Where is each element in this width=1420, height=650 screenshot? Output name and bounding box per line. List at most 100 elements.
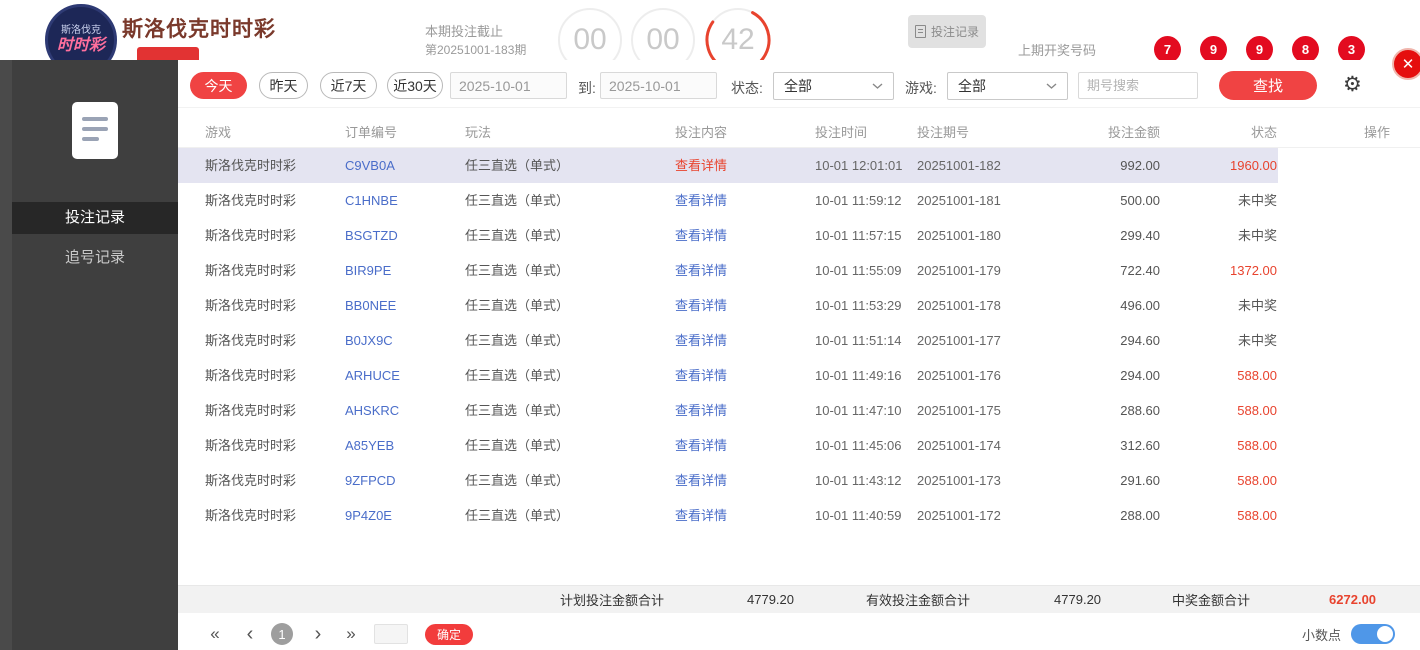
game-select[interactable]: 全部 [947,72,1068,100]
table-row: 斯洛伐克时时彩 A85YEB 任三直选（单式） 查看详情 10-01 11:45… [178,428,1420,463]
cell-status: 588.00 [1237,508,1277,523]
period-search-input[interactable] [1078,72,1198,99]
cell-play-type: 任三直选（单式） [465,368,570,383]
plan-total-label: 计划投注金额合计 [560,593,665,608]
draw-number-ball: 8 [1292,36,1319,63]
cell-game: 斯洛伐克时时彩 [205,158,297,173]
view-detail-link[interactable]: 查看详情 [675,183,815,218]
cell-amount: 992.00 [1120,158,1160,173]
table-row: 斯洛伐克时时彩 C9VB0A 任三直选（单式） 查看详情 10-01 12:01… [178,148,1420,183]
cell-status: 1960.00 [1230,158,1277,173]
view-detail-link[interactable]: 查看详情 [675,358,815,393]
table-row: 斯洛伐克时时彩 9P4Z0E 任三直选（单式） 查看详情 10-01 11:40… [178,498,1420,533]
status-select[interactable]: 全部 [773,72,894,100]
win-total-value: 6272.00 [1329,592,1377,607]
cell-order-id-link[interactable]: A85YEB [345,428,465,463]
cell-order-id-link[interactable]: C1HNBE [345,183,465,218]
draw-number-ball: 9 [1200,36,1227,63]
status-filter-label: 状态: [731,80,763,96]
bet-record-button[interactable]: 投注记录 [908,15,986,48]
first-page-icon[interactable]: « [203,619,227,649]
cell-period: 20251001-181 [917,193,1001,208]
table-header: 游戏 订单编号 玩法 投注内容 投注时间 投注期号 投注金额 状态 操作 [178,116,1420,148]
view-detail-link[interactable]: 查看详情 [675,463,815,498]
page-title: 斯洛伐克时时彩 [122,18,276,41]
table-row: 斯洛伐克时时彩 BB0NEE 任三直选（单式） 查看详情 10-01 11:53… [178,288,1420,323]
table-row: 斯洛伐克时时彩 AHSKRC 任三直选（单式） 查看详情 10-01 11:47… [178,393,1420,428]
header-amount: 投注金额 [1107,125,1160,140]
view-detail-link[interactable]: 查看详情 [675,323,815,358]
quick-filter-yesterday[interactable]: 昨天 [259,72,308,99]
header-bet-time: 投注时间 [815,125,868,140]
table-row: 斯洛伐克时时彩 B0JX9C 任三直选（单式） 查看详情 10-01 11:51… [178,323,1420,358]
cell-order-id-link[interactable]: BIR9PE [345,253,465,288]
cell-status: 1372.00 [1230,263,1277,278]
page-jump-input[interactable] [374,624,408,644]
cell-order-id-link[interactable]: C9VB0A [345,148,465,183]
date-from-input[interactable] [450,72,567,99]
view-detail-link[interactable]: 查看详情 [675,253,815,288]
cell-play-type: 任三直选（单式） [465,193,570,208]
cell-period: 20251001-178 [917,298,1001,313]
date-to-input[interactable] [600,72,717,99]
decimal-toggle-switch[interactable] [1351,624,1395,644]
deadline-label: 本期投注截止 [425,24,504,39]
header-period: 投注期号 [917,125,970,140]
document-icon [914,25,926,38]
cell-bet-time: 10-01 11:49:16 [815,368,902,383]
last-page-icon[interactable]: » [339,619,363,649]
plan-total-value: 4779.20 [747,592,795,607]
cell-order-id-link[interactable]: ARHUCE [345,358,465,393]
view-detail-link[interactable]: 查看详情 [675,218,815,253]
cell-play-type: 任三直选（单式） [465,333,570,348]
cell-period: 20251001-175 [917,403,1001,418]
cell-actions [1277,253,1405,288]
cell-play-type: 任三直选（单式） [465,508,570,523]
cell-order-id-link[interactable]: BSGTZD [345,218,465,253]
view-detail-link[interactable]: 查看详情 [675,393,815,428]
cell-order-id-link[interactable]: 9ZFPCD [345,463,465,498]
cell-amount: 500.00 [1120,193,1160,208]
view-detail-link[interactable]: 查看详情 [675,148,815,183]
cell-status: 588.00 [1237,473,1277,488]
cell-bet-time: 10-01 11:59:12 [815,193,902,208]
cell-status: 未中奖 [1237,333,1277,348]
header-bet-content: 投注内容 [675,125,728,140]
quick-filter-today[interactable]: 今天 [190,72,247,99]
view-detail-link[interactable]: 查看详情 [675,428,815,463]
valid-total-value: 4779.20 [1054,592,1102,607]
cell-game: 斯洛伐克时时彩 [205,193,297,208]
close-button[interactable]: ✕ [1392,48,1420,80]
cell-order-id-link[interactable]: AHSKRC [345,393,465,428]
cell-amount: 294.00 [1120,368,1160,383]
modal-content: 今天 昨天 近7天 近30天 到: 状态: 全部 游戏: 全部 查找 ⚙ 游戏 … [178,60,1420,650]
cell-period: 20251001-180 [917,228,1001,243]
current-page-badge[interactable]: 1 [271,623,293,645]
view-detail-link[interactable]: 查看详情 [675,288,815,323]
prev-page-icon[interactable]: ‹ [238,619,262,649]
view-detail-link[interactable]: 查看详情 [675,498,815,533]
cell-amount: 299.40 [1120,228,1160,243]
gear-icon[interactable]: ⚙ [1343,72,1362,97]
cell-amount: 291.60 [1120,473,1160,488]
cell-order-id-link[interactable]: B0JX9C [345,323,465,358]
cell-order-id-link[interactable]: BB0NEE [345,288,465,323]
page-confirm-button[interactable]: 确定 [425,623,474,645]
quick-filter-7days[interactable]: 近7天 [320,72,377,99]
modal-sidebar: 投注记录 追号记录 [12,60,178,650]
cell-order-id-link[interactable]: 9P4Z0E [345,498,465,533]
table-row: 斯洛伐克时时彩 BIR9PE 任三直选（单式） 查看详情 10-01 11:55… [178,253,1420,288]
quick-filter-30days[interactable]: 近30天 [387,72,443,99]
win-total-label: 中奖金额合计 [1172,593,1251,608]
search-button[interactable]: 查找 [1219,71,1317,100]
sidebar-item-chase-records[interactable]: 追号记录 [12,242,178,274]
cell-actions [1277,288,1405,323]
cell-period: 20251001-182 [917,158,1001,173]
cell-period: 20251001-173 [917,473,1001,488]
table-row: 斯洛伐克时时彩 ARHUCE 任三直选（单式） 查看详情 10-01 11:49… [178,358,1420,393]
cell-amount: 722.40 [1120,263,1160,278]
next-page-icon[interactable]: › [306,619,330,649]
header-game: 游戏 [205,125,232,140]
close-icon: ✕ [1401,56,1415,73]
sidebar-item-bet-records[interactable]: 投注记录 [12,202,178,234]
